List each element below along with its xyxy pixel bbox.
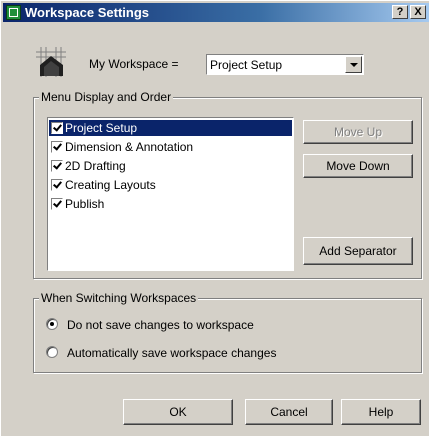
checkbox[interactable] (51, 141, 63, 153)
radio-no-save[interactable] (46, 318, 58, 330)
list-item[interactable]: 2D Drafting (49, 158, 292, 174)
list-item-label: 2D Drafting (65, 159, 126, 173)
workspace-dropdown-value: Project Setup (210, 58, 283, 72)
workspace-dropdown[interactable]: Project Setup (206, 54, 364, 75)
list-item[interactable]: Creating Layouts (49, 177, 292, 193)
window-title: Workspace Settings (25, 5, 150, 20)
list-item-label: Project Setup (65, 121, 138, 135)
workspace-icon (36, 47, 66, 77)
checkbox[interactable] (51, 179, 63, 191)
radio-no-save-label[interactable]: Do not save changes to workspace (67, 318, 254, 332)
checkbox[interactable] (51, 160, 63, 172)
list-item[interactable]: Project Setup (49, 120, 292, 136)
list-item-label: Publish (65, 197, 105, 211)
list-item-label: Creating Layouts (65, 178, 156, 192)
title-bar[interactable]: Workspace Settings ? X (3, 3, 429, 22)
move-down-button[interactable]: Move Down (303, 154, 413, 178)
cancel-button[interactable]: Cancel (245, 399, 333, 425)
radio-auto-save[interactable] (46, 346, 58, 358)
add-separator-button[interactable]: Add Separator (303, 237, 413, 265)
ok-button[interactable]: OK (123, 399, 233, 425)
workspace-label: My Workspace = (89, 57, 179, 71)
switching-group (33, 298, 422, 373)
switching-group-title: When Switching Workspaces (39, 291, 199, 305)
checkbox[interactable] (51, 122, 63, 134)
app-icon (6, 5, 21, 20)
help-button[interactable]: Help (341, 399, 421, 425)
help-icon[interactable]: ? (392, 5, 408, 19)
close-icon[interactable]: X (410, 5, 426, 19)
chevron-down-icon[interactable] (345, 56, 362, 73)
menu-display-group-title: Menu Display and Order (39, 90, 174, 104)
checkbox[interactable] (51, 198, 63, 210)
list-item[interactable]: Publish (49, 196, 292, 212)
list-item-label: Dimension & Annotation (65, 140, 194, 154)
radio-auto-save-label[interactable]: Automatically save workspace changes (67, 346, 276, 360)
list-item[interactable]: Dimension & Annotation (49, 139, 292, 155)
move-up-button[interactable]: Move Up (303, 120, 413, 144)
workspace-settings-dialog: Workspace Settings ? X My Workspace = Pr… (0, 0, 429, 436)
menu-order-list[interactable]: Project Setup Dimension & Annotation 2D … (47, 117, 294, 271)
